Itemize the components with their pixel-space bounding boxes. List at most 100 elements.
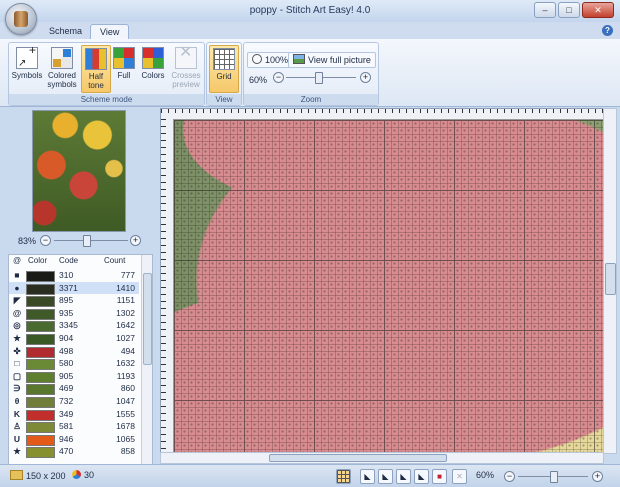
legend-row[interactable]: ★ 904 1027 — [9, 332, 139, 345]
legend-symbol: ■ — [14, 270, 20, 280]
legend-code: 3345 — [59, 320, 78, 331]
symbols-button[interactable]: Symbols — [11, 45, 43, 91]
grid-button[interactable]: Grid — [209, 45, 239, 93]
preview-zoom-out-button[interactable]: − — [40, 235, 51, 246]
legend-row[interactable]: ■ 310 777 — [9, 269, 139, 282]
legend-count: 1410 — [116, 282, 135, 293]
legend-row[interactable]: ★ 470 858 — [9, 445, 139, 459]
legend-row[interactable]: ✜ 498 494 — [9, 345, 139, 358]
status-zoom-thumb[interactable] — [550, 471, 558, 483]
status-full-button[interactable]: ◣ — [414, 469, 429, 484]
legend-row[interactable]: ∋ 469 860 — [9, 382, 139, 396]
legend-color-swatch — [26, 308, 55, 320]
legend-count: 1678 — [116, 421, 135, 432]
legend-code: 732 — [59, 396, 74, 406]
preview-zoom-in-button[interactable]: + — [130, 235, 141, 246]
legend-code: 905 — [59, 370, 74, 381]
legend-count: 858 — [120, 446, 135, 457]
legend-row[interactable]: U 946 1065 — [9, 433, 139, 446]
stitch-canvas[interactable] — [160, 108, 604, 454]
status-zoom-in-button[interactable]: + — [592, 471, 603, 482]
title-bar: poppy - Stitch Art Easy! 4.0 – □ ✕ — [0, 0, 620, 23]
canvas-vscroll-thumb[interactable] — [605, 263, 616, 295]
legend-code: 581 — [59, 421, 74, 432]
canvas-vertical-scrollbar[interactable] — [603, 108, 617, 454]
legend-row[interactable]: @935 1302 — [9, 307, 139, 320]
legend-color-swatch — [26, 384, 55, 396]
canvas-horizontal-scrollbar[interactable] — [160, 452, 604, 464]
legend-symbol: @ — [12, 307, 22, 318]
status-colors-button[interactable]: ■ — [432, 469, 447, 484]
legend-row[interactable]: □ 580 1632 — [9, 357, 139, 371]
legend-row[interactable]: ● 3371 1410 — [9, 281, 139, 295]
colored-symbols-button[interactable]: Colored symbols — [45, 45, 79, 91]
legend-code: 470 — [59, 446, 74, 457]
legend-code: 935 — [59, 307, 74, 318]
legend-count: 860 — [120, 383, 135, 394]
legend-color-swatch — [26, 283, 55, 295]
legend-row[interactable]: K 349 1555 — [9, 408, 139, 421]
symbols-icon — [16, 46, 38, 69]
maximize-button[interactable]: □ — [558, 2, 580, 18]
canvas-hscroll-thumb[interactable] — [269, 454, 447, 462]
view-group-label: View — [207, 94, 241, 105]
crosses-preview-button[interactable]: Crosses preview — [169, 45, 203, 91]
zoom-in-button[interactable]: + — [360, 72, 371, 83]
view-full-picture-button[interactable]: View full picture — [288, 52, 376, 68]
legend-code: 498 — [59, 345, 74, 356]
color-legend: @ Color Code Count ■ 310 777 ● 3371 1410 ◤ 895 1… — [8, 254, 153, 465]
legend-color-swatch — [26, 346, 55, 358]
legend-row[interactable]: θ 732 1047 — [9, 395, 139, 408]
status-colored-symbols-button[interactable]: ◣ — [378, 469, 393, 484]
minimize-button[interactable]: – — [534, 2, 556, 18]
status-grid-button[interactable] — [336, 469, 351, 484]
legend-row[interactable]: ◤ 895 1151 — [9, 294, 139, 308]
legend-count: 1302 — [116, 307, 135, 318]
zoom-100-button[interactable]: 100% — [247, 52, 294, 68]
legend-count: 1027 — [116, 333, 135, 343]
status-half-tone-button[interactable]: ◣ — [396, 469, 411, 484]
colors-icon — [142, 47, 164, 69]
legend-symbol: ▢ — [12, 370, 22, 381]
zoom-group-label: Zoom — [244, 94, 378, 105]
legend-row[interactable]: ◎ 3345 1642 — [9, 319, 139, 333]
legend-count: 1193 — [116, 370, 135, 381]
help-icon[interactable]: ? — [602, 25, 613, 36]
legend-color-swatch — [26, 409, 55, 421]
zoom-out-button[interactable]: − — [273, 72, 284, 83]
preview-zoom-slider[interactable] — [54, 235, 128, 247]
legend-color-swatch — [26, 397, 55, 408]
status-zoom-out-button[interactable]: − — [504, 471, 515, 482]
legend-symbol: □ — [14, 358, 20, 369]
colors-button[interactable]: Colors — [139, 45, 167, 91]
legend-code: 469 — [59, 383, 74, 394]
half-tone-button[interactable]: Half tone — [81, 45, 111, 93]
status-symbols-button[interactable]: ◣ — [360, 469, 375, 484]
legend-scrollbar[interactable] — [141, 255, 152, 464]
ruler-left — [161, 119, 174, 453]
tab-view[interactable]: View — [90, 24, 130, 40]
zoom-slider-thumb[interactable] — [315, 72, 323, 84]
group-zoom: 100% View full picture 60% − + Zoom — [243, 42, 379, 106]
full-icon — [113, 47, 135, 69]
status-crosses-preview-button[interactable]: ✕ — [452, 469, 467, 484]
close-button[interactable]: ✕ — [582, 2, 614, 18]
legend-symbol: ★ — [13, 446, 21, 457]
legend-row[interactable]: ▢ 905 1193 — [9, 370, 139, 383]
legend-color-swatch — [26, 447, 55, 459]
preview-zoom-thumb[interactable] — [83, 235, 91, 247]
status-bar: 150 x 200 30 ◣ ◣ ◣ ◣ ■ ✕ 60% − + — [0, 464, 620, 487]
app-menu-button[interactable] — [5, 3, 37, 35]
legend-color-swatch — [26, 271, 55, 282]
legend-row[interactable]: ♙ 581 1678 — [9, 420, 139, 434]
legend-symbol: ∋ — [13, 383, 21, 394]
legend-count: 777 — [120, 270, 135, 280]
group-view: Grid View — [206, 42, 242, 106]
legend-scroll-thumb[interactable] — [143, 273, 152, 365]
legend-color-swatch — [26, 296, 55, 308]
zoom-slider[interactable] — [286, 72, 356, 84]
status-zoom-slider[interactable] — [518, 471, 588, 483]
colored-symbols-icon — [51, 47, 73, 69]
full-button[interactable]: Full — [111, 45, 137, 91]
tab-schema[interactable]: Schema — [40, 24, 91, 39]
